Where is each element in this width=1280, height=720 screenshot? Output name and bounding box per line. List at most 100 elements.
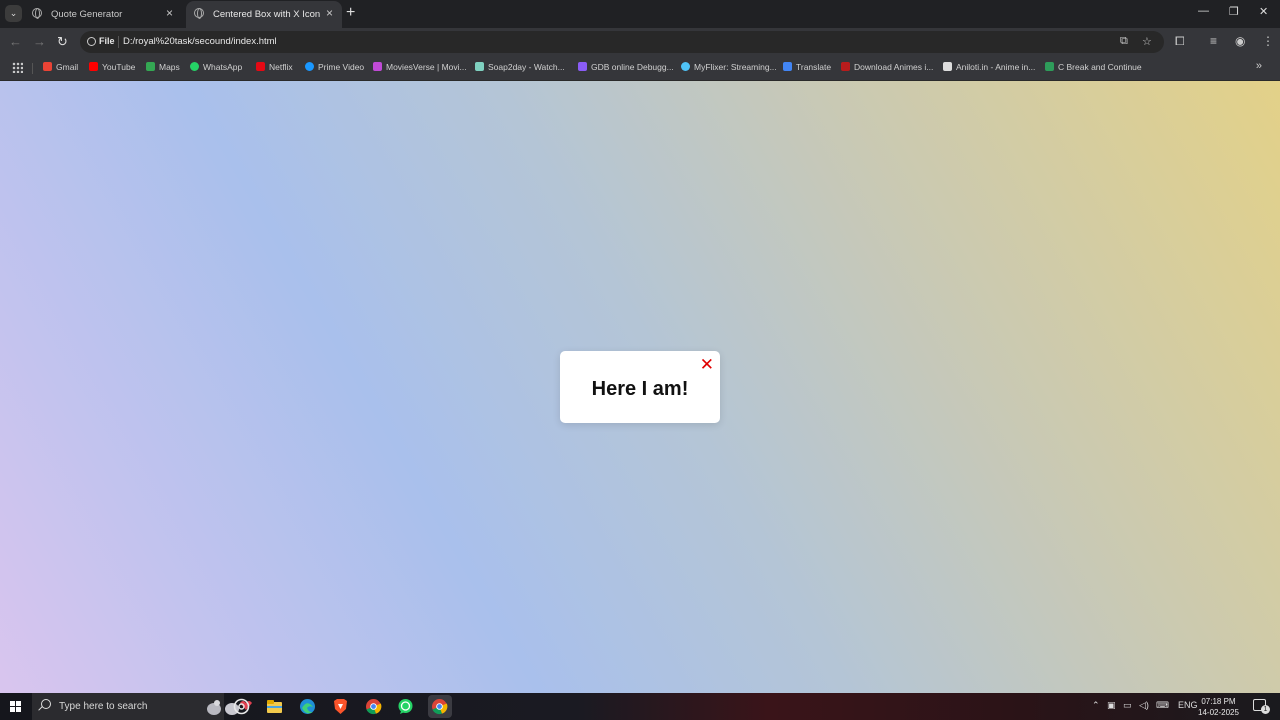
tab-quote-generator[interactable]: Quote Generator × — [24, 1, 182, 28]
maps-icon — [146, 62, 155, 71]
chevron-up-icon[interactable]: ⌃ — [1092, 700, 1100, 711]
tab-search-button[interactable]: ⌄ — [5, 5, 22, 22]
brave-browser-icon[interactable] — [331, 697, 350, 716]
menu-kebab-icon[interactable]: ⋮ — [1262, 34, 1274, 48]
bookmark-label: Translate — [796, 62, 832, 72]
address-bar[interactable]: File D:/royal%20task/secound/index.html … — [80, 31, 1164, 53]
tab-close-icon[interactable]: × — [166, 6, 173, 20]
close-icon[interactable]: ✕ — [700, 355, 714, 375]
whatsapp-icon[interactable] — [396, 697, 415, 716]
translate-icon[interactable]: ⧉ — [1120, 35, 1128, 48]
gdb-icon — [578, 62, 587, 71]
scheme-label: File — [99, 36, 115, 46]
moviesverse-icon — [373, 62, 382, 71]
media-controls-icon[interactable]: ≡ — [1210, 34, 1217, 48]
tab-title: Centered Box with X Icon — [213, 9, 321, 20]
chrome-active-window[interactable] — [428, 695, 452, 718]
prime-video-icon — [305, 62, 314, 71]
centered-box: ✕ Here I am! — [560, 351, 720, 423]
bookmarks-bar: Gmail YouTube Maps WhatsApp Netflix Prim… — [0, 56, 1280, 81]
bookmark-label: Prime Video — [318, 62, 365, 72]
close-window-button[interactable]: ✕ — [1259, 5, 1268, 18]
chrome-icon — [432, 699, 448, 715]
bookmark-label: WhatsApp — [203, 62, 243, 72]
netflix-icon — [256, 62, 265, 71]
bookmark-aniloti[interactable]: Aniloti.in - Anime in... — [943, 62, 1035, 72]
soap2day-icon — [475, 62, 484, 71]
c-break-icon — [1045, 62, 1054, 71]
divider — [32, 63, 33, 74]
forward-button[interactable]: → — [33, 34, 46, 49]
tab-close-icon[interactable]: × — [326, 6, 333, 20]
bookmark-download-animes[interactable]: Download Animes i... — [841, 62, 933, 72]
minimize-button[interactable]: — — [1198, 5, 1209, 17]
bookmark-label: MyFlixer: Streaming... — [694, 62, 777, 72]
bookmark-label: Netflix — [269, 62, 293, 72]
download-animes-icon — [841, 62, 850, 71]
globe-icon — [194, 8, 204, 19]
tab-centered-box[interactable]: Centered Box with X Icon × — [186, 1, 342, 28]
taskbar-search[interactable]: Type here to search — [32, 693, 252, 720]
bookmark-youtube[interactable]: YouTube — [89, 62, 135, 72]
bookmark-netflix[interactable]: Netflix — [256, 62, 293, 72]
tab-strip: ⌄ Quote Generator × Centered Box with X … — [0, 0, 1280, 28]
volume-icon[interactable]: ◁) — [1139, 700, 1149, 711]
bookmark-c-break-continue[interactable]: C Break and Continue — [1045, 62, 1142, 72]
bookmark-label: Download Animes i... — [854, 62, 934, 72]
youtube-icon — [89, 62, 98, 71]
bookmark-myflixer[interactable]: MyFlixer: Streaming... — [681, 62, 777, 72]
site-info-icon[interactable] — [87, 37, 96, 46]
windows-start-icon[interactable] — [10, 701, 21, 712]
language-indicator[interactable]: ENG — [1178, 700, 1198, 710]
whatsapp-icon — [190, 62, 199, 71]
bookmark-label: Aniloti.in - Anime in... — [956, 62, 1036, 72]
gmail-icon — [43, 62, 52, 71]
clock-time: 07:18 PM — [1201, 697, 1236, 706]
bookmark-label: Maps — [159, 62, 180, 72]
profile-avatar[interactable]: ◉ — [1235, 34, 1245, 48]
bookmark-translate[interactable]: Translate — [783, 62, 831, 72]
clock-date: 14-02-2025 — [1198, 708, 1239, 717]
windows-taskbar: Type here to search ⌃ ▣ ▭ ◁) ⌨ ENG 07:18… — [0, 693, 1280, 720]
system-clock[interactable]: 07:18 PM 14-02-2025 — [1198, 696, 1239, 718]
meet-now-icon[interactable]: ▣ — [1107, 700, 1116, 711]
bookmark-whatsapp[interactable]: WhatsApp — [190, 62, 242, 72]
bookmark-label: YouTube — [102, 62, 136, 72]
notification-count-badge: 1 — [1261, 705, 1270, 714]
network-icon[interactable]: ▭ — [1123, 700, 1132, 711]
search-placeholder: Type here to search — [59, 701, 148, 712]
bookmark-gmail[interactable]: Gmail — [43, 62, 78, 72]
bookmark-soap2day[interactable]: Soap2day - Watch... — [475, 62, 565, 72]
bookmark-gdb-online[interactable]: GDB online Debugg... — [578, 62, 674, 72]
new-tab-button[interactable]: + — [346, 4, 355, 22]
bookmark-label: Gmail — [56, 62, 79, 72]
bookmark-prime-video[interactable]: Prime Video — [305, 62, 364, 72]
restore-button[interactable]: ❐ — [1229, 5, 1239, 18]
globe-icon — [32, 8, 42, 19]
url-text[interactable]: D:/royal%20task/secound/index.html — [123, 36, 277, 47]
bookmark-label: MoviesVerse | Movi... — [386, 62, 467, 72]
reload-button[interactable]: ↻ — [57, 34, 68, 50]
bookmark-label: C Break and Continue — [1058, 62, 1142, 72]
edge-browser-icon[interactable] — [298, 697, 317, 716]
divider — [118, 36, 119, 48]
back-button[interactable]: ← — [9, 34, 22, 49]
search-icon — [41, 699, 51, 709]
bookmark-label: Soap2day - Watch... — [488, 62, 565, 72]
more-bookmarks-icon[interactable]: » — [1256, 60, 1262, 72]
bookmark-moviesverse[interactable]: MoviesVerse | Movi... — [373, 62, 467, 72]
file-explorer-icon[interactable] — [265, 697, 284, 716]
page-viewport: ✕ Here I am! — [0, 81, 1280, 693]
chatgpt-icon[interactable] — [232, 697, 251, 716]
bookmark-label: GDB online Debugg... — [591, 62, 674, 72]
apps-grid-icon[interactable] — [12, 62, 23, 73]
tab-title: Quote Generator — [51, 9, 123, 20]
translate-icon — [783, 62, 792, 71]
chrome-icon[interactable] — [364, 697, 383, 716]
myflixer-icon — [681, 62, 690, 71]
extensions-icon[interactable]: ⧠ — [1175, 34, 1185, 49]
bookmark-star-icon[interactable]: ☆ — [1142, 35, 1152, 48]
bookmark-maps[interactable]: Maps — [146, 62, 180, 72]
box-heading: Here I am! — [591, 378, 689, 400]
keyboard-icon[interactable]: ⌨ — [1156, 700, 1169, 711]
